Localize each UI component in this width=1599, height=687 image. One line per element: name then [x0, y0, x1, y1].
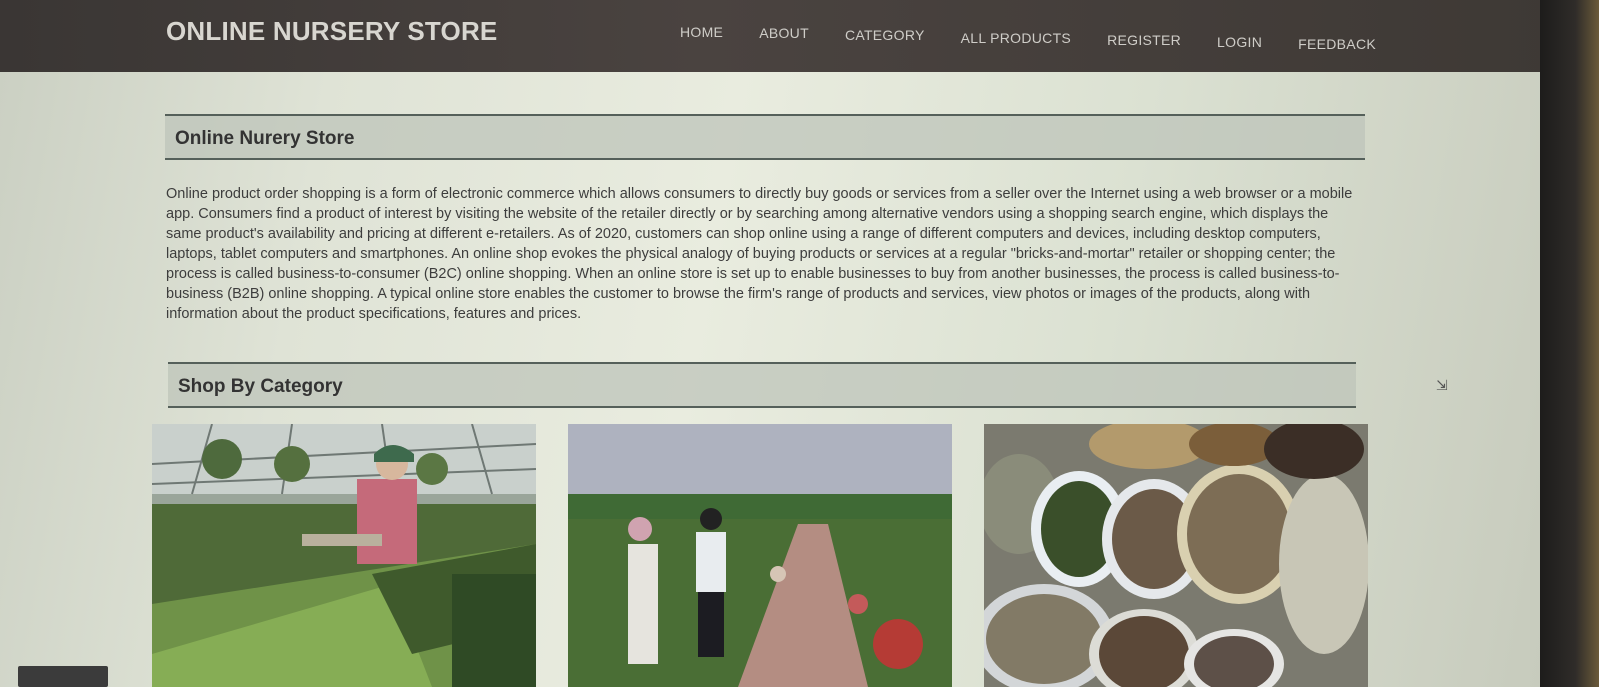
nav-about[interactable]: ABOUT — [759, 25, 809, 41]
section-title: Online Nurery Store — [175, 128, 355, 149]
nav-category[interactable]: CATEGORY — [845, 27, 925, 43]
cursor-icon: ⇲ — [1436, 377, 1448, 393]
category-image-field[interactable] — [568, 424, 952, 687]
page-content: Online Nurery Store Online product order… — [0, 72, 1540, 687]
main-nav: HOME ABOUT CATEGORY ALL PRODUCTS REGISTE… — [680, 24, 1412, 52]
brand-logo[interactable]: ONLINE NURSERY STORE — [166, 16, 497, 47]
nav-all-products[interactable]: ALL PRODUCTS — [961, 30, 1071, 46]
bottom-left-widget[interactable] — [18, 666, 108, 687]
section-header-store: Online Nurery Store — [165, 114, 1365, 160]
nav-login[interactable]: LOGIN — [1217, 34, 1262, 50]
category-image-greenhouse[interactable] — [152, 424, 536, 687]
nav-home[interactable]: HOME — [680, 24, 723, 40]
intro-paragraph: Online product order shopping is a form … — [166, 186, 1353, 322]
section-header-category: Shop By Category — [168, 362, 1356, 408]
category-image-seeds[interactable] — [984, 424, 1368, 687]
nav-register[interactable]: REGISTER — [1107, 32, 1181, 48]
top-navbar: ONLINE NURSERY STORE HOME ABOUT CATEGORY… — [0, 0, 1560, 72]
category-title: Shop By Category — [178, 376, 343, 397]
nav-feedback[interactable]: FEEDBACK — [1298, 36, 1376, 52]
monitor-bezel — [1540, 0, 1599, 687]
